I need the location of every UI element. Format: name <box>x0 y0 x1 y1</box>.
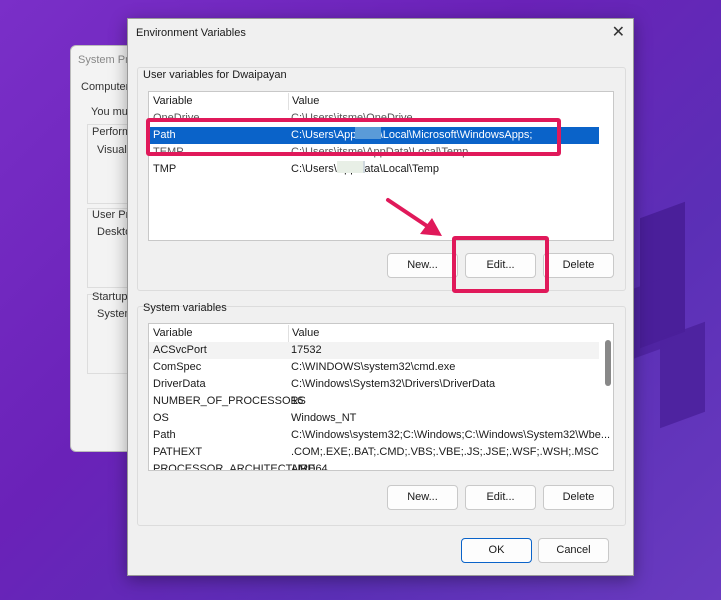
list-row[interactable]: TMP C:\Users\ AppData\Local\Temp <box>149 161 599 178</box>
user-variables-label: User variables for Dwaipayan <box>143 69 287 81</box>
column-header-value[interactable]: Value <box>288 325 319 342</box>
ok-button[interactable]: OK <box>461 538 532 563</box>
system-edit-button[interactable]: Edit... <box>465 485 536 510</box>
list-header: Variable Value <box>149 93 599 110</box>
user-new-button[interactable]: New... <box>387 253 458 278</box>
variable-name: NUMBER_OF_PROCESSORS <box>153 395 306 407</box>
variable-value: C:\WINDOWS\system32\cmd.exe <box>291 361 456 373</box>
system-variables-list[interactable]: Variable Value ACSvcPort 17532 ComSpec C:\WI… <box>148 323 614 471</box>
list-row[interactable]: Path C:\Windows\system32;C:\Windows;C:\Wi… <box>149 427 610 444</box>
user-delete-button[interactable]: Delete <box>543 253 614 278</box>
variable-value: C:\Windows\system32;C:\Windows;C:\Window… <box>291 429 611 441</box>
variable-name: ACSvcPort <box>153 344 207 356</box>
highlight-box-path <box>146 118 561 156</box>
list-row[interactable]: PATHEXT .COM;.EXE;.BAT;.CMD;.VBS;.VBE;.JS… <box>149 444 599 461</box>
list-row[interactable]: ComSpec C:\WINDOWS\system32\cmd.exe <box>149 359 599 376</box>
variable-value: 16 <box>291 395 304 407</box>
system-new-button[interactable]: New... <box>387 485 458 510</box>
variable-value: C:\Users\ AppData\Local\Temp <box>291 161 439 178</box>
column-header-value[interactable]: Value <box>288 93 319 110</box>
variable-name: Path <box>153 429 176 441</box>
list-row[interactable]: NUMBER_OF_PROCESSORS 16 <box>149 393 599 410</box>
variable-value: 17532 <box>291 344 322 356</box>
scrollbar-thumb[interactable] <box>605 340 611 386</box>
redacted <box>336 161 363 173</box>
system-variables-label: System variables <box>143 302 227 314</box>
list-row[interactable]: ACSvcPort 17532 <box>149 342 599 359</box>
column-header-variable[interactable]: Variable <box>153 325 193 342</box>
list-row[interactable]: OS Windows_NT <box>149 410 599 427</box>
close-icon[interactable]: ✕ <box>612 22 625 42</box>
variable-value: Windows_NT <box>291 412 357 424</box>
variable-value: AMD64 <box>291 463 328 471</box>
list-row[interactable]: DriverData C:\Windows\System32\Drivers\Dr… <box>149 376 599 393</box>
environment-variables-dialog: Environment Variables ✕ User variables f… <box>127 18 634 576</box>
column-header-variable[interactable]: Variable <box>153 93 193 110</box>
variable-value: C:\Windows\System32\Drivers\DriverData <box>291 378 496 390</box>
system-delete-button[interactable]: Delete <box>543 485 614 510</box>
list-header: Variable Value <box>149 325 599 342</box>
arrow-icon <box>386 198 442 236</box>
variable-name: PATHEXT <box>153 446 203 458</box>
highlight-box-edit <box>452 236 549 293</box>
variable-name: DriverData <box>153 378 206 390</box>
variable-name: ComSpec <box>153 361 202 373</box>
value-prefix: C:\Users\ <box>291 163 337 175</box>
background-shape <box>660 321 705 429</box>
variable-name: TMP <box>153 163 177 175</box>
variable-name: OS <box>153 412 169 424</box>
cancel-button[interactable]: Cancel <box>538 538 609 563</box>
list-row[interactable]: PROCESSOR_ARCHITECTURE AMD64 <box>149 461 599 471</box>
dialog-title: Environment Variables <box>136 27 246 39</box>
variable-value: .COM;.EXE;.BAT;.CMD;.VBS;.VBE;.JS;.JSE;.… <box>291 446 599 458</box>
